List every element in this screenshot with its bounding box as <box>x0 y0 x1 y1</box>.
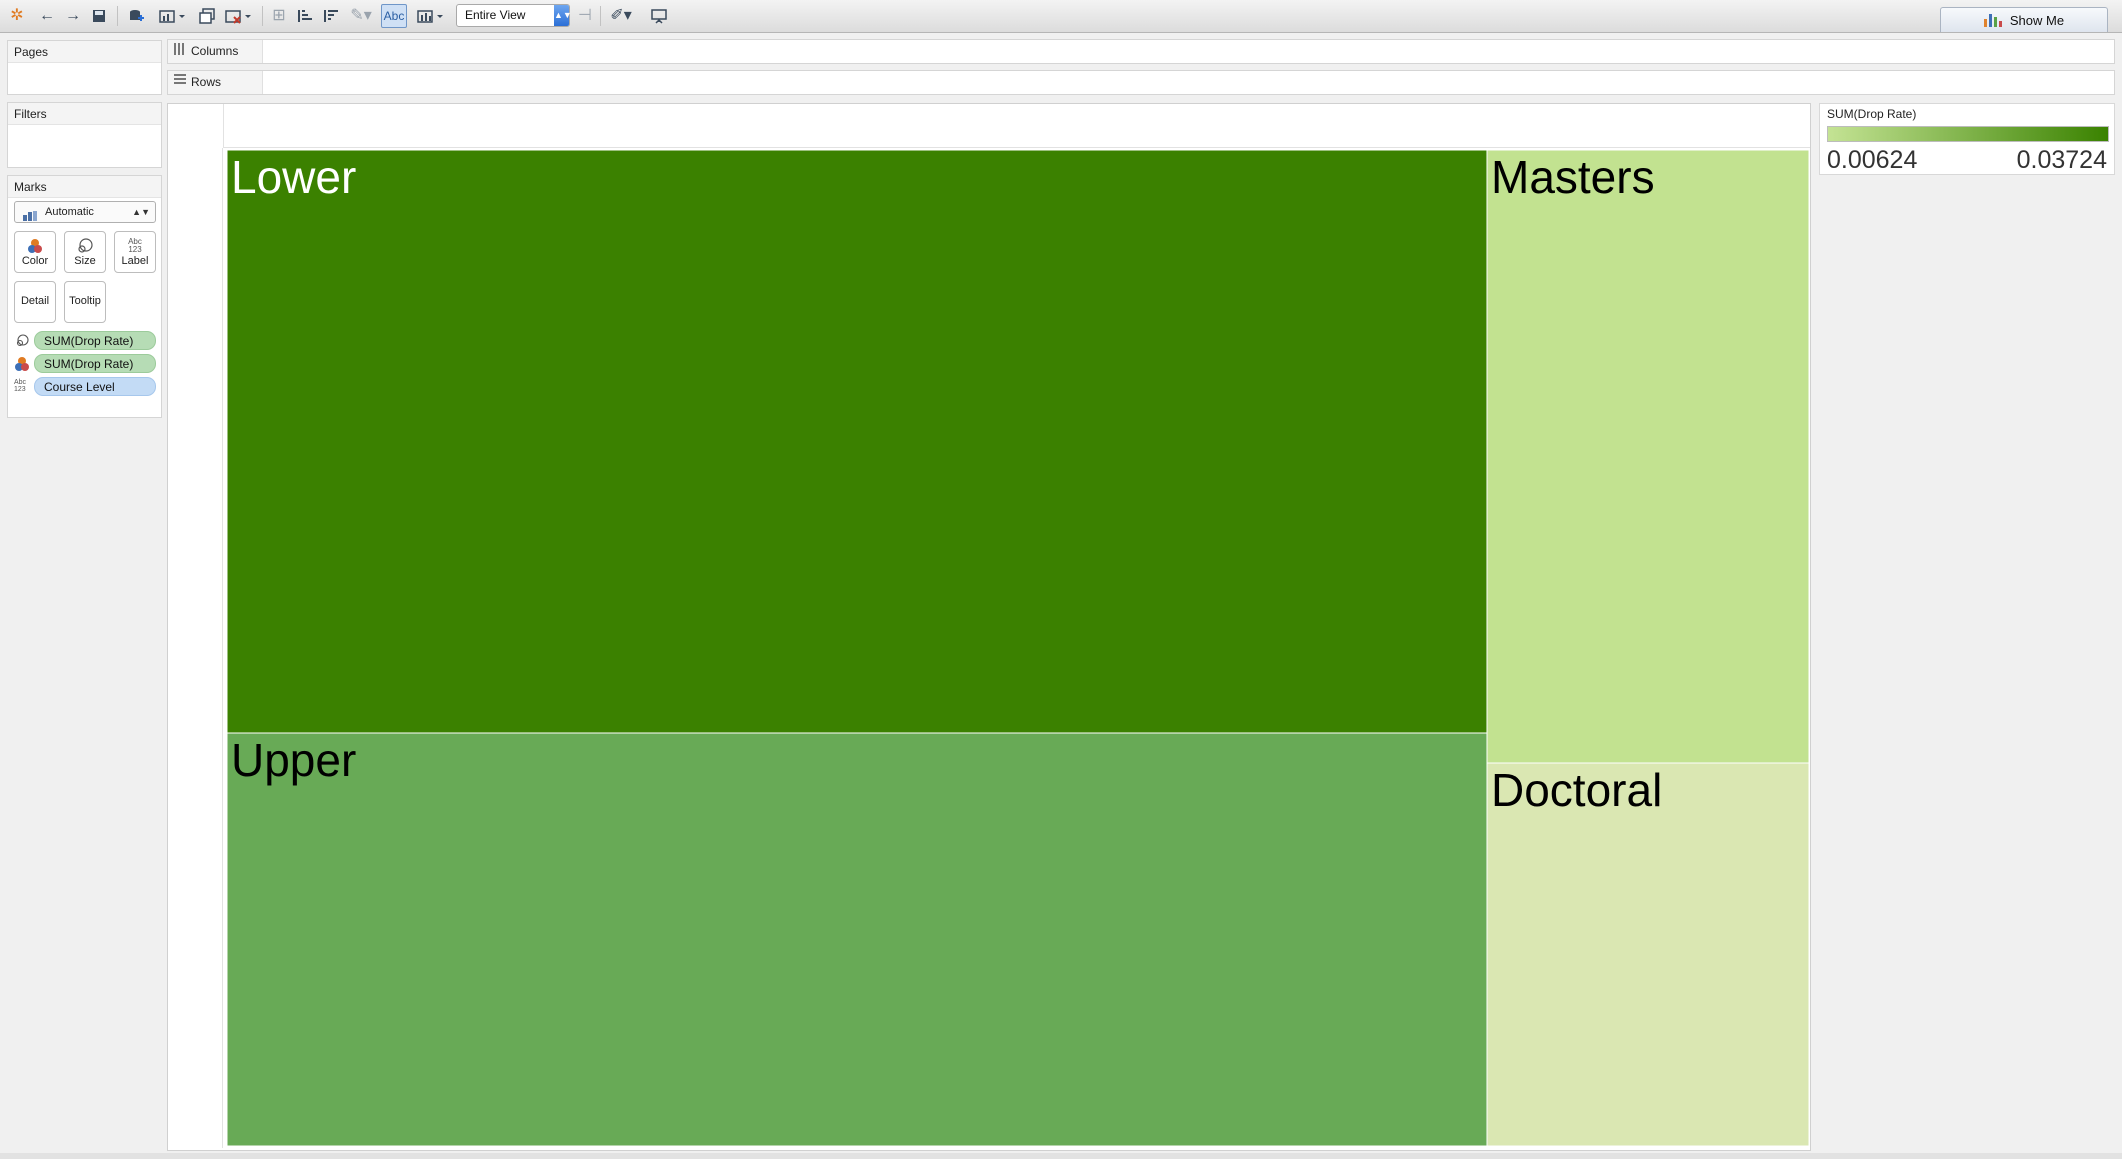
treemap-label-masters: Masters <box>1491 151 1655 203</box>
fit-value: Entire View <box>465 8 526 22</box>
label-button[interactable]: Abc 123 Label <box>114 231 156 273</box>
sort-descending-icon[interactable] <box>320 4 342 28</box>
group-icon[interactable]: ⊞ <box>268 4 290 28</box>
rows-icon <box>174 71 186 94</box>
color-pill[interactable]: SUM(Drop Rate) <box>34 354 156 373</box>
pin-icon[interactable]: ⊣ <box>574 4 596 28</box>
color-button[interactable]: Color <box>14 231 56 273</box>
color-pill-row: SUM(Drop Rate) <box>14 354 158 374</box>
new-datasource-icon[interactable] <box>124 4 148 28</box>
rows-shelf[interactable]: Rows <box>167 70 2115 95</box>
treemap-label-upper: Upper <box>231 734 356 786</box>
marks-card: Marks Automatic ▲▼ Color Size Abc 123 La… <box>7 175 162 418</box>
clear-icon[interactable] <box>222 4 256 28</box>
worksheet-view: Lower Upper Masters Doctoral <box>167 103 1811 1151</box>
totals-icon[interactable] <box>414 4 448 28</box>
color-legend[interactable]: SUM(Drop Rate) 0.00624 0.03724 <box>1819 103 2115 175</box>
size-pill-row: SUM(Drop Rate) <box>14 331 158 351</box>
marks-title: Marks <box>8 176 161 198</box>
treemap-cell-masters[interactable] <box>1486 150 1809 764</box>
highlight-icon[interactable]: ✎▾ <box>346 4 376 28</box>
redo-icon[interactable]: → <box>62 4 84 28</box>
detail-label: Detail <box>20 295 50 307</box>
label-icon: Abc 123 <box>128 237 142 254</box>
tableau-window: ✲ ← → ⊞ ✎▾ Abc Entire View ▲▼ ⊣ ✐▾ Show … <box>0 0 2122 1159</box>
color-label: Color <box>21 255 49 267</box>
show-me-button[interactable]: Show Me <box>1940 7 2108 32</box>
columns-label: Columns <box>191 44 239 58</box>
treemap-cell-lower[interactable] <box>227 150 1488 734</box>
tableau-logo-icon[interactable]: ✲ <box>6 4 28 28</box>
rows-label: Rows <box>191 75 222 89</box>
pages-card[interactable]: Pages <box>7 40 162 95</box>
show-me-label: Show Me <box>2009 12 2065 28</box>
fit-dropdown[interactable]: Entire View ▲▼ <box>456 4 572 27</box>
duplicate-icon[interactable] <box>196 4 218 28</box>
size-label: Size <box>74 255 96 267</box>
fit-dropdown-icon: ▲▼ <box>554 5 572 26</box>
treemap-cell-upper[interactable] <box>227 732 1488 1146</box>
size-button[interactable]: Size <box>64 231 106 273</box>
columns-shelf[interactable]: Columns <box>167 39 2115 64</box>
mark-type-value: Automatic <box>45 206 94 218</box>
status-bar <box>0 1153 2122 1159</box>
new-worksheet-icon[interactable] <box>156 4 190 28</box>
chevron-updown-icon: ▲▼ <box>132 207 150 217</box>
columns-shelf-label: Columns <box>168 40 263 63</box>
label-icon: Abc 123 <box>14 379 27 393</box>
treemap-label-lower: Lower <box>231 151 356 203</box>
legend-title: SUM(Drop Rate) <box>1827 107 1917 121</box>
detail-button[interactable]: Detail <box>14 281 56 323</box>
treemap: Lower Upper Masters Doctoral <box>227 150 1809 1146</box>
bar-chart-icon <box>1983 13 2002 27</box>
toolbar: ✲ ← → ⊞ ✎▾ Abc Entire View ▲▼ ⊣ ✐▾ Show … <box>0 0 2122 33</box>
mark-type-select[interactable]: Automatic ▲▼ <box>14 201 156 223</box>
size-icon <box>65 232 105 254</box>
treemap-label-doctoral: Doctoral <box>1491 764 1662 816</box>
size-pill[interactable]: SUM(Drop Rate) <box>34 331 156 350</box>
treemap-cell-doctoral[interactable] <box>1486 762 1809 1146</box>
tooltip-button[interactable]: Tooltip <box>64 281 106 323</box>
show-labels-icon[interactable]: Abc <box>381 4 407 28</box>
rows-shelf-label: Rows <box>168 71 263 94</box>
row-header-area <box>168 148 223 1148</box>
automatic-mark-icon <box>23 208 37 228</box>
size-icon <box>14 333 30 349</box>
presentation-icon[interactable] <box>648 4 670 28</box>
label-label: Label <box>121 255 149 267</box>
columns-icon <box>174 40 186 63</box>
save-icon[interactable] <box>88 4 110 28</box>
annotate-icon[interactable]: ✐▾ <box>606 4 636 28</box>
filters-card[interactable]: Filters <box>7 102 162 168</box>
sort-ascending-icon[interactable] <box>294 4 316 28</box>
tooltip-label: Tooltip <box>69 295 101 307</box>
legend-min: 0.00624 <box>1827 146 1918 174</box>
label-pill[interactable]: Course Level <box>34 377 156 396</box>
undo-icon[interactable]: ← <box>36 4 58 28</box>
filters-title: Filters <box>8 103 161 125</box>
treemap-svg: Lower Upper Masters Doctoral <box>227 150 1809 1146</box>
legend-color-ramp <box>1827 126 2109 142</box>
legend-max: 0.03724 <box>2016 146 2107 174</box>
color-icon <box>15 232 55 254</box>
pages-title: Pages <box>8 41 161 63</box>
color-icon <box>14 356 30 372</box>
label-pill-row: Abc 123 Course Level <box>14 377 158 397</box>
column-header-area <box>223 104 1810 148</box>
